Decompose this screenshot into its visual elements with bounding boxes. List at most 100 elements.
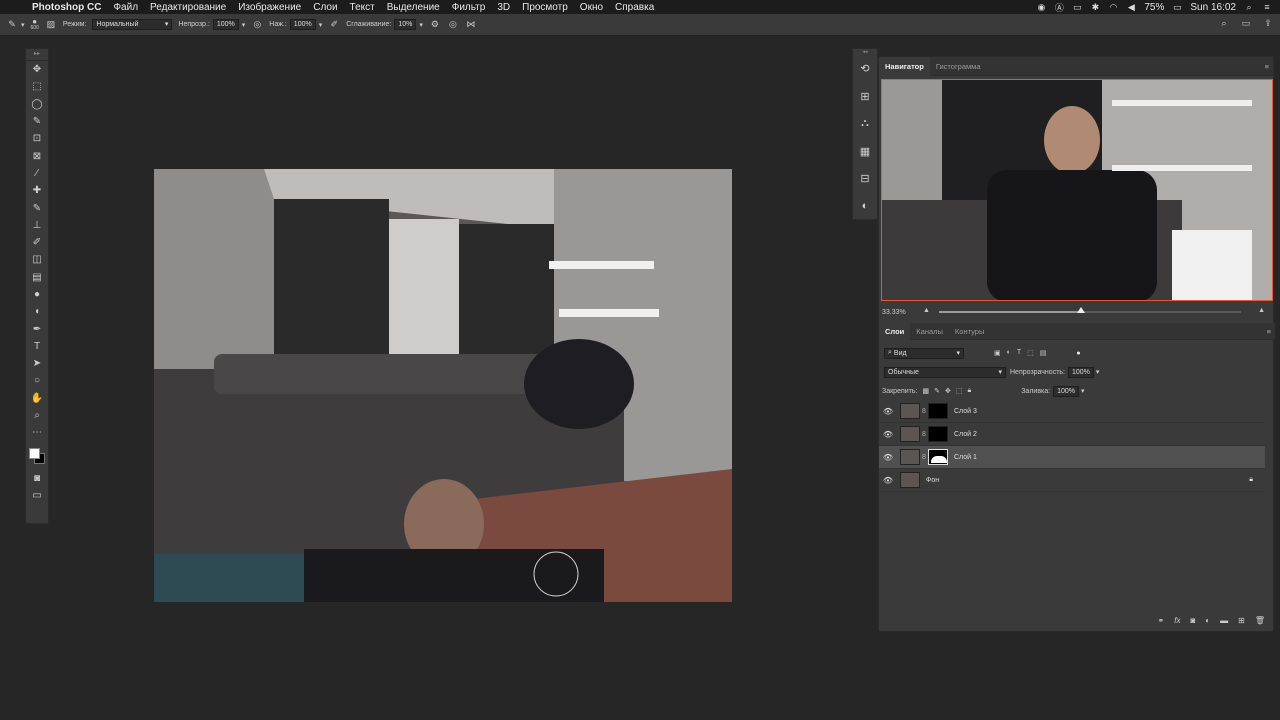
app-menu[interactable]: Photoshop CC bbox=[32, 2, 101, 13]
tab-histogram[interactable]: Гистограмма bbox=[930, 57, 987, 76]
zoom-in-icon[interactable]: ▲ bbox=[1258, 307, 1265, 314]
properties-icon[interactable]: ⊟ bbox=[853, 165, 877, 193]
chevron-down-icon[interactable]: ▾ bbox=[1081, 387, 1085, 395]
layer-name[interactable]: Слой 2 bbox=[954, 431, 977, 438]
paths-icon[interactable]: ⛬ bbox=[853, 110, 877, 138]
mask-thumbnail[interactable] bbox=[928, 449, 948, 465]
zoom-slider[interactable] bbox=[939, 307, 1241, 313]
layer-filter-select[interactable]: ⌕ Вид ▾ bbox=[884, 347, 964, 359]
clock[interactable]: Sun 16:02 bbox=[1190, 2, 1236, 13]
layer-thumbnail[interactable] bbox=[900, 449, 920, 465]
history-brush-icon[interactable]: ✐ bbox=[26, 234, 48, 251]
quick-mask-icon[interactable]: ◙ bbox=[26, 470, 48, 487]
flag-icon[interactable]: ▭ bbox=[1072, 2, 1082, 12]
battery-icon[interactable]: ▭ bbox=[1172, 2, 1182, 12]
document-canvas[interactable] bbox=[154, 169, 732, 602]
navigator-thumbnail[interactable] bbox=[881, 79, 1273, 301]
brush-tool-preset[interactable]: ✎ ▾ bbox=[6, 19, 24, 31]
frame-icon[interactable]: ⊠ bbox=[26, 147, 48, 164]
actions-icon[interactable]: ⊞ bbox=[853, 83, 877, 111]
share-icon[interactable]: ⇪ bbox=[1262, 17, 1274, 29]
pen-icon[interactable]: ✒ bbox=[26, 320, 48, 337]
new-layer-icon[interactable]: ⊞ bbox=[1238, 616, 1245, 625]
filter-toggle-icon[interactable]: ● bbox=[1076, 350, 1080, 357]
lasso-icon[interactable]: ◯ bbox=[26, 96, 48, 113]
chevron-down-icon[interactable]: ▾ bbox=[319, 21, 323, 29]
eye-icon[interactable]: 👁︎ bbox=[879, 430, 897, 439]
fill-field[interactable]: 100% bbox=[1053, 385, 1079, 397]
menu-view[interactable]: Просмотр bbox=[522, 2, 568, 13]
pixel-filter-icon[interactable]: ▣ bbox=[994, 349, 1001, 357]
type-icon[interactable]: T bbox=[26, 338, 48, 355]
foreground-color[interactable] bbox=[29, 447, 40, 459]
history-icon[interactable]: ⟲ bbox=[853, 55, 877, 83]
menu-edit[interactable]: Редактирование bbox=[150, 2, 226, 13]
layer-thumbnail[interactable] bbox=[900, 472, 920, 488]
chevron-down-icon[interactable]: ▾ bbox=[419, 21, 423, 29]
more-icon[interactable]: ⋯ bbox=[26, 424, 48, 441]
swatches-icon[interactable]: ▦ bbox=[853, 138, 877, 166]
group-folder-icon[interactable]: ▬ bbox=[1220, 616, 1228, 625]
layer-name[interactable]: Слой 3 bbox=[954, 408, 977, 415]
zoom-out-icon[interactable]: ▲ bbox=[923, 307, 930, 314]
shape-filter-icon[interactable]: ⬚ bbox=[1027, 349, 1034, 357]
search-icon[interactable]: ⌕ bbox=[1218, 17, 1230, 29]
workspace-icon[interactable]: ▭ bbox=[1240, 17, 1252, 29]
path-select-icon[interactable]: ➤ bbox=[26, 355, 48, 372]
panel-menu-icon[interactable]: ≡ bbox=[1265, 62, 1269, 71]
brush-panel-toggle[interactable]: ▨ bbox=[45, 19, 57, 31]
trash-icon[interactable]: 🗑︎ bbox=[1255, 616, 1265, 625]
pressure-size-toggle[interactable]: ◎ bbox=[447, 19, 459, 31]
layers-menu-icon[interactable]: ≡ bbox=[1267, 327, 1271, 336]
menu-select[interactable]: Выделение bbox=[387, 2, 440, 13]
color-swatches[interactable] bbox=[26, 442, 48, 470]
wifi-icon[interactable]: ◠ bbox=[1108, 2, 1118, 12]
mask-thumbnail[interactable] bbox=[928, 403, 948, 419]
zoom-percent[interactable]: 33.33% bbox=[882, 309, 906, 316]
smoothing-field[interactable]: 10% ▾ bbox=[394, 19, 423, 30]
notification-center-icon[interactable]: ≡ bbox=[1262, 2, 1272, 12]
adjustment-layer-icon[interactable]: ◐ bbox=[1205, 616, 1210, 625]
layer-thumbnail[interactable] bbox=[900, 403, 920, 419]
adjustments-icon[interactable]: ◐ bbox=[853, 193, 877, 221]
smartobject-filter-icon[interactable]: ▤ bbox=[1040, 349, 1047, 357]
layer-row-selected[interactable]: 👁︎ 8 Слой 1 bbox=[879, 446, 1265, 469]
layer-name[interactable]: Фон bbox=[926, 477, 939, 484]
menu-window[interactable]: Окно bbox=[580, 2, 603, 13]
volume-icon[interactable]: ◀ bbox=[1126, 2, 1136, 12]
eraser-icon[interactable]: ◫ bbox=[26, 251, 48, 268]
eye-icon[interactable]: 👁︎ bbox=[879, 407, 897, 416]
lastpass-icon[interactable]: Ⓐ bbox=[1054, 2, 1064, 13]
layer-opacity-field[interactable]: 100% bbox=[1068, 366, 1094, 378]
tab-navigator[interactable]: Навигатор bbox=[879, 56, 930, 76]
quick-select-icon[interactable]: ✎ bbox=[26, 113, 48, 130]
stamp-icon[interactable]: ⊥ bbox=[26, 217, 48, 234]
gradient-icon[interactable]: ▤ bbox=[26, 269, 48, 286]
mask-thumbnail[interactable] bbox=[928, 426, 948, 442]
mode-select[interactable]: Нормальный ▾ bbox=[92, 19, 173, 30]
lock-paint-icon[interactable]: ✎ bbox=[934, 387, 940, 395]
menu-file[interactable]: Файл bbox=[113, 2, 138, 13]
menu-filter[interactable]: Фильтр bbox=[452, 2, 486, 13]
blur-icon[interactable]: ● bbox=[26, 286, 48, 303]
tools-panel-header[interactable]: ▸▸ bbox=[26, 49, 48, 61]
menu-help[interactable]: Справка bbox=[615, 2, 654, 13]
layer-name[interactable]: Слой 1 bbox=[954, 454, 977, 461]
zoom-slider-knob[interactable] bbox=[1076, 307, 1085, 313]
chevron-down-icon[interactable]: ▾ bbox=[242, 21, 246, 29]
layer-row[interactable]: 👁︎ 8 Слой 3 bbox=[879, 400, 1265, 423]
chevron-down-icon[interactable]: ▾ bbox=[1096, 368, 1100, 376]
chain-icon[interactable]: 8 bbox=[920, 408, 928, 415]
brush-icon[interactable]: ✎ bbox=[26, 199, 48, 216]
move-icon[interactable]: ✥ bbox=[26, 61, 48, 78]
opacity-field[interactable]: 100% ▾ bbox=[212, 19, 246, 30]
shape-icon[interactable]: ○ bbox=[26, 372, 48, 389]
blend-mode-select[interactable]: Обычные ▾ bbox=[884, 366, 1006, 378]
smoothing-settings[interactable]: ⚙ bbox=[429, 19, 441, 31]
layer-row[interactable]: 👁︎ 8 Слой 2 bbox=[879, 423, 1265, 446]
link-layers-icon[interactable]: ⚭ bbox=[1158, 616, 1165, 625]
tab-paths[interactable]: Контуры bbox=[949, 322, 990, 341]
fx-icon[interactable]: fx bbox=[1174, 616, 1180, 625]
pressure-opacity-toggle[interactable]: ◎ bbox=[251, 19, 263, 31]
tab-channels[interactable]: Каналы bbox=[910, 322, 949, 341]
